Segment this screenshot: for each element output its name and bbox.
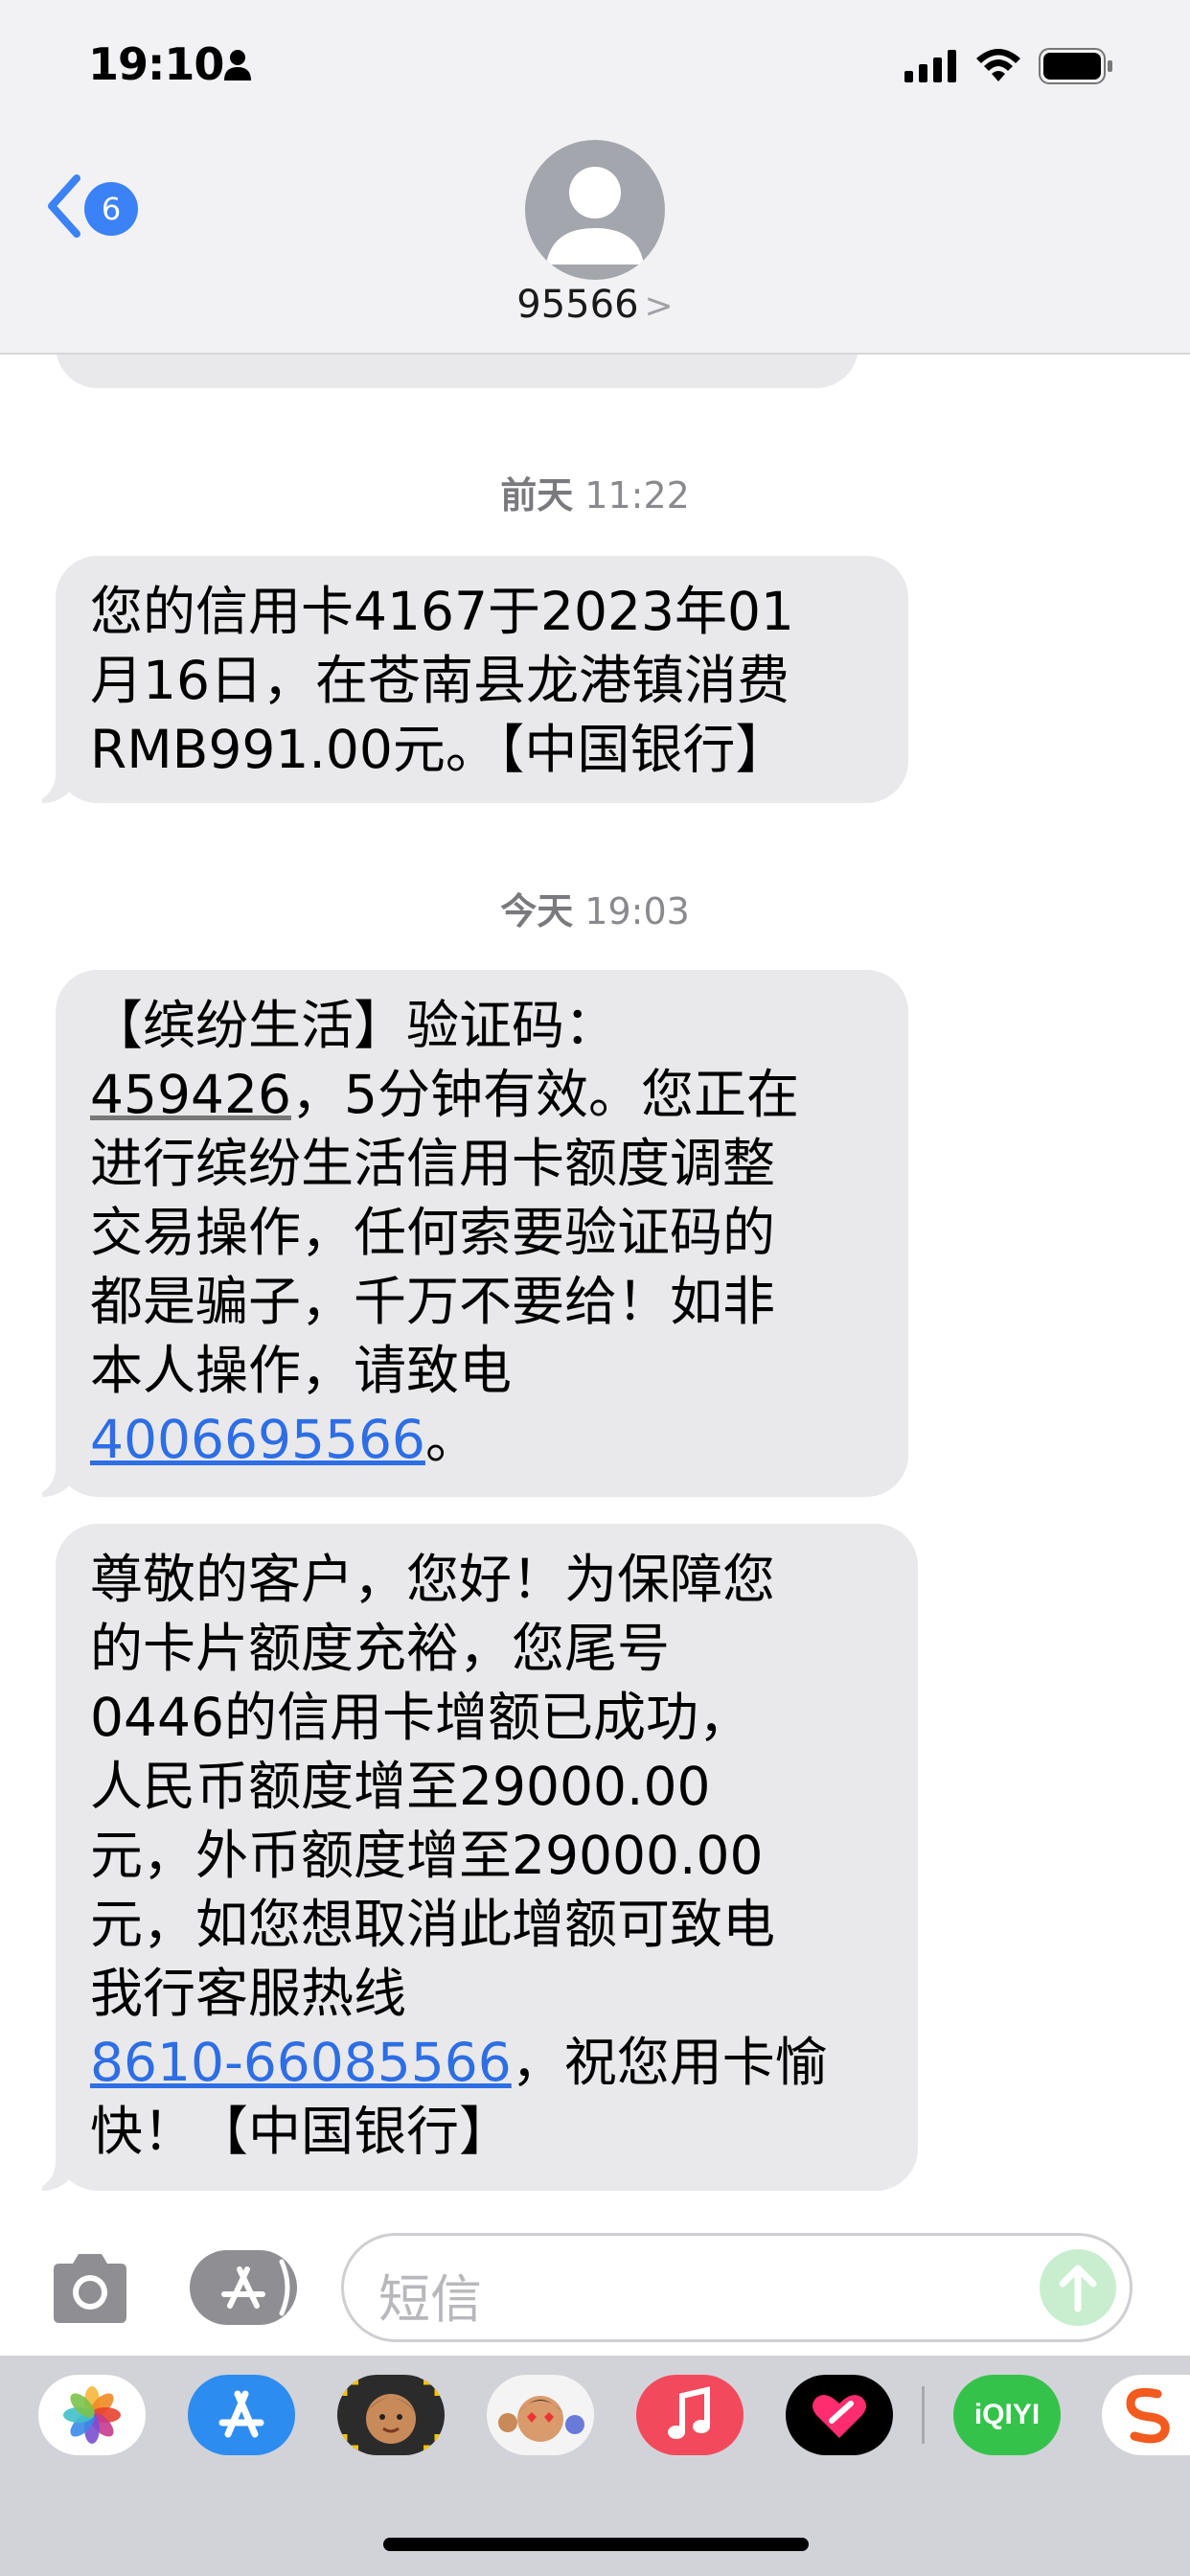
person-icon (546, 167, 644, 264)
conversation-header: 19:10 6 95566 > (0, 0, 1190, 355)
battery-icon (1039, 48, 1112, 84)
message-input[interactable]: 短信 (341, 2233, 1133, 2342)
home-indicator[interactable] (383, 2538, 809, 2551)
sogou-app-icon[interactable] (1102, 2375, 1190, 2455)
message-text-line: 。 (424, 1409, 478, 1470)
message-timestamp: 今天 19:03 (500, 890, 690, 932)
iqiyi-logo: iQIYI (973, 2399, 1041, 2430)
contact-name: 95566 (516, 283, 639, 327)
cellular-signal-icon (904, 50, 956, 82)
message-text-line: ，祝您用卡愉 (511, 2032, 828, 2093)
message-input-placeholder: 短信 (378, 2269, 482, 2330)
contact-avatar[interactable] (525, 140, 665, 280)
unread-count-badge[interactable]: 6 (84, 182, 138, 236)
status-icons (904, 48, 1113, 84)
contact-chevron-icon: > (644, 287, 674, 326)
message-bubble[interactable]: 尊敬的客户，您好！为保障您 的卡片额度充裕，您尾号 0446的信用卡增额已成功，… (23, 1524, 918, 2191)
photos-app-icon[interactable] (38, 2375, 146, 2455)
app-store-button[interactable] (190, 2250, 297, 2325)
message-text-line: 都是骗子，千万不要给！如非 (90, 1271, 776, 1332)
message-bubble[interactable]: 您的信用卡4167于2023年01 月16日，在苍南县龙港镇消费 RMB991.… (23, 556, 908, 803)
message-text-line: 的卡片额度充裕，您尾号 (90, 1618, 671, 1679)
iqiyi-app-icon[interactable]: iQIYI (953, 2375, 1061, 2455)
wifi-icon (976, 49, 1020, 81)
message-text-line: 交易操作，任何索要验证码的 (90, 1202, 776, 1263)
message-text-line: 月16日，在苍南县龙港镇消费 (90, 650, 790, 711)
message-bubble[interactable]: 【缤纷生活】验证码： 459426，5分钟有效。您正在 进行缤纷生活信用卡额度调… (23, 970, 908, 1497)
message-text-line: 进行缤纷生活信用卡额度调整 (90, 1133, 776, 1194)
message-text-line: ，5分钟有效。您正在 (290, 1064, 799, 1125)
back-chevron-icon[interactable] (42, 172, 84, 240)
message-text-line: 尊敬的客户，您好！为保障您 (90, 1549, 776, 1610)
memoji-stickers-app-icon[interactable] (487, 2375, 594, 2455)
message-text-line: 人民币额度增至29000.00 (90, 1756, 711, 1817)
message-timestamp: 前天 11:22 (500, 474, 690, 517)
music-app-icon[interactable] (636, 2375, 744, 2455)
verification-code[interactable]: 459426 (90, 1064, 291, 1125)
app-store-app-icon[interactable] (188, 2375, 295, 2455)
message-text-line: RMB991.00元。【中国银行】 (90, 719, 789, 780)
message-text-line: 您的信用卡4167于2023年01 (90, 581, 794, 642)
message-text-line: 我行客服热线 (90, 1963, 407, 2024)
message-text-line: 【缤纷生活】验证码： (90, 995, 618, 1056)
app-store-icon (221, 2259, 290, 2316)
message-text-line: 元，外币额度增至29000.00 (90, 1825, 764, 1886)
phone-link[interactable]: 4006695566 (90, 1409, 425, 1470)
send-arrow-icon (1059, 2265, 1097, 2312)
contact-name-button[interactable]: 95566 > (0, 283, 1190, 327)
message-text-line: 本人操作，请致电 (90, 1340, 513, 1401)
person-status-icon (224, 50, 251, 80)
message-text-line: 元，如您想取消此增额可致电 (90, 1894, 776, 1955)
message-text-line: 0446的信用卡增额已成功， (90, 1687, 751, 1748)
send-button[interactable] (1040, 2249, 1116, 2326)
phone-link[interactable]: 8610-66085566 (90, 2032, 512, 2093)
digital-touch-app-icon[interactable] (786, 2375, 893, 2455)
status-time: 19:10 (88, 38, 224, 90)
drawer-divider (922, 2386, 925, 2444)
camera-icon[interactable] (46, 2250, 134, 2327)
message-text-line: 快！【中国银行】 (90, 2101, 513, 2162)
memoji-camera-app-icon[interactable] (337, 2375, 445, 2455)
